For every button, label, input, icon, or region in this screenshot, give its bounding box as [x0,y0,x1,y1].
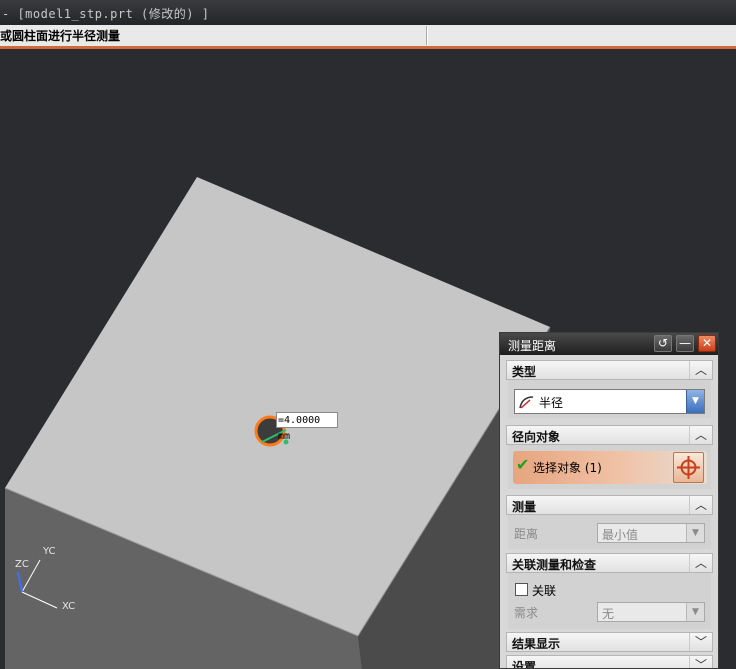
axis-x-label: XC [62,601,76,612]
section-associative-title: 关联测量和检查 [512,558,597,572]
section-measure-title: 测量 [512,500,537,514]
radius-type-icon [519,396,534,409]
select-object-label: 选择对象 (1) [533,461,602,475]
associative-label: 关联 [532,584,557,598]
section-type-header[interactable]: 类型 ︿ [506,360,713,380]
close-button[interactable]: ✕ [698,335,716,352]
section-associative-header[interactable]: 关联测量和检查 ︿ [506,553,713,573]
collapse-chevron-up-icon[interactable]: ︿ [689,361,712,379]
check-icon: ✔ [516,455,530,474]
distance-select-value: 最小值 [602,528,639,542]
chevron-down-icon[interactable]: ▼ [686,524,704,542]
section-settings-title: 设置 [512,660,537,669]
section-type-title: 类型 [512,365,537,379]
distance-select[interactable]: 最小值 ▼ [597,523,705,543]
type-select[interactable]: 半径 ▼ [514,389,705,414]
reset-button[interactable]: ↺ [654,335,672,352]
dialog-title: 测量距离 [508,339,557,353]
expand-chevron-down-icon[interactable]: ﹀ [689,656,712,668]
section-measure-header[interactable]: 测量 ︿ [506,495,713,515]
collapse-chevron-up-icon[interactable]: ︿ [689,554,712,572]
expand-chevron-down-icon[interactable]: ﹀ [689,633,712,651]
crosshair-icon [677,456,700,479]
distance-label: 距离 [514,527,539,541]
section-settings-header[interactable]: 设置 ﹀ [506,655,713,669]
section-radial-object-header[interactable]: 径向对象 ︿ [506,425,713,445]
requirement-select[interactable]: 无 ▼ [597,602,705,622]
section-result-display-title: 结果显示 [512,637,561,651]
axis-y-label: YC [43,546,56,557]
collapse-chevron-up-icon[interactable]: ︿ [689,426,712,444]
dialog-title-bar[interactable]: 测量距离 ↺ — ✕ [500,333,718,355]
measurement-label: =4.0000 mm [276,412,338,442]
requirement-label: 需求 [514,606,539,620]
select-object-button[interactable] [673,452,704,483]
measure-distance-dialog: 测量距离 ↺ — ✕ 类型 ︿ 半径 ▼ 径向对象 ︿ 测量 ︿ 距离 最小值 … [499,332,719,669]
requirement-select-value: 无 [602,607,615,621]
minimize-button[interactable]: — [676,335,694,352]
section-radial-object-title: 径向对象 [512,430,561,444]
section-result-display-header[interactable]: 结果显示 ﹀ [506,632,713,652]
associative-checkbox[interactable] [515,583,528,596]
chevron-down-icon[interactable]: ▼ [686,390,704,413]
chevron-down-icon[interactable]: ▼ [686,603,704,621]
type-select-value: 半径 [539,396,564,410]
axis-z-label: ZC [15,559,29,570]
collapse-chevron-up-icon[interactable]: ︿ [689,496,712,514]
